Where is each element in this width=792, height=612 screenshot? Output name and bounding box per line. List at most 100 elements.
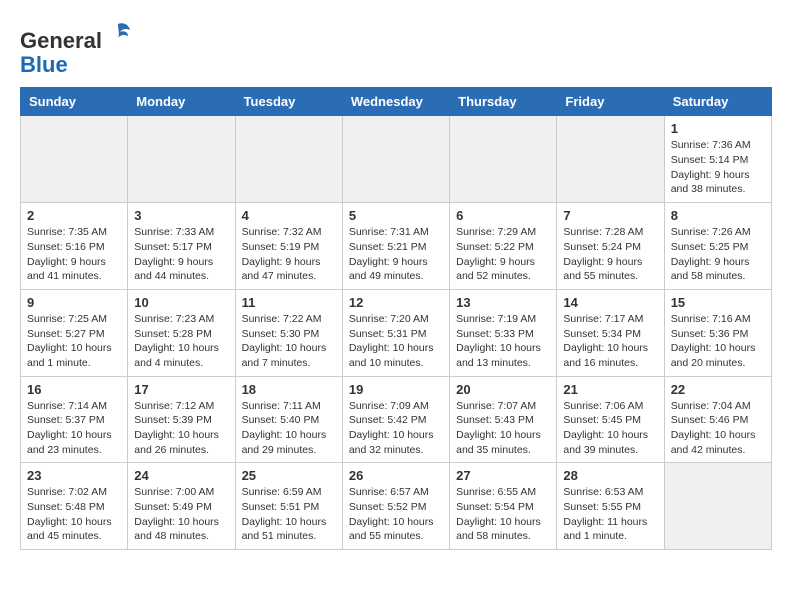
calendar-cell: 27 Sunrise: 6:55 AM Sunset: 5:54 PM Dayli… bbox=[450, 463, 557, 550]
calendar-cell: 7Sunrise: 7:28 AM Sunset: 5:24 PM Daylig… bbox=[557, 203, 664, 290]
day-number: 20 bbox=[456, 382, 550, 397]
day-number: 11 bbox=[242, 295, 336, 310]
calendar-cell: 2 Sunrise: 7:35 AM Sunset: 5:16 PM Daylig… bbox=[21, 203, 128, 290]
day-info: Sunrise: 7:14 AM Sunset: 5:37 PM Dayligh… bbox=[27, 399, 121, 458]
day-number: 25 bbox=[242, 468, 336, 483]
day-info: Sunrise: 7:25 AM Sunset: 5:27 PM Dayligh… bbox=[27, 312, 121, 371]
calendar-header-row: SundayMondayTuesdayWednesdayThursdayFrid… bbox=[21, 88, 772, 116]
day-number: 6 bbox=[456, 208, 550, 223]
calendar-cell: 17 Sunrise: 7:12 AM Sunset: 5:39 PM Dayli… bbox=[128, 376, 235, 463]
day-info: Sunrise: 7:11 AM Sunset: 5:40 PM Dayligh… bbox=[242, 399, 336, 458]
day-info: Sunrise: 7:04 AM Sunset: 5:46 PM Dayligh… bbox=[671, 399, 765, 458]
calendar-cell: 23 Sunrise: 7:02 AM Sunset: 5:48 PM Dayli… bbox=[21, 463, 128, 550]
col-header-saturday: Saturday bbox=[664, 88, 771, 116]
day-number: 21 bbox=[563, 382, 657, 397]
day-info: Sunrise: 7:26 AM Sunset: 5:25 PM Dayligh… bbox=[671, 225, 765, 284]
day-info: Sunrise: 7:09 AM Sunset: 5:42 PM Dayligh… bbox=[349, 399, 443, 458]
day-number: 17 bbox=[134, 382, 228, 397]
calendar-cell: 18 Sunrise: 7:11 AM Sunset: 5:40 PM Dayli… bbox=[235, 376, 342, 463]
day-number: 8 bbox=[671, 208, 765, 223]
day-info: Sunrise: 6:57 AM Sunset: 5:52 PM Dayligh… bbox=[349, 485, 443, 544]
day-number: 10 bbox=[134, 295, 228, 310]
day-number: 14 bbox=[563, 295, 657, 310]
day-info: Sunrise: 6:55 AM Sunset: 5:54 PM Dayligh… bbox=[456, 485, 550, 544]
day-info: Sunrise: 7:32 AM Sunset: 5:19 PM Dayligh… bbox=[242, 225, 336, 284]
day-number: 18 bbox=[242, 382, 336, 397]
day-info: Sunrise: 7:06 AM Sunset: 5:45 PM Dayligh… bbox=[563, 399, 657, 458]
week-row-1: 1Sunrise: 7:36 AM Sunset: 5:14 PM Daylig… bbox=[21, 116, 772, 203]
calendar-cell bbox=[557, 116, 664, 203]
col-header-sunday: Sunday bbox=[21, 88, 128, 116]
day-number: 13 bbox=[456, 295, 550, 310]
calendar-cell: 24 Sunrise: 7:00 AM Sunset: 5:49 PM Dayli… bbox=[128, 463, 235, 550]
calendar-cell bbox=[450, 116, 557, 203]
logo-bird-icon bbox=[104, 20, 132, 48]
col-header-monday: Monday bbox=[128, 88, 235, 116]
logo: General Blue bbox=[20, 20, 132, 77]
col-header-friday: Friday bbox=[557, 88, 664, 116]
calendar-cell: 3Sunrise: 7:33 AM Sunset: 5:17 PM Daylig… bbox=[128, 203, 235, 290]
day-number: 3 bbox=[134, 208, 228, 223]
day-number: 1 bbox=[671, 121, 765, 136]
day-info: Sunrise: 7:12 AM Sunset: 5:39 PM Dayligh… bbox=[134, 399, 228, 458]
day-info: Sunrise: 7:35 AM Sunset: 5:16 PM Dayligh… bbox=[27, 225, 121, 284]
day-number: 15 bbox=[671, 295, 765, 310]
day-number: 22 bbox=[671, 382, 765, 397]
day-number: 24 bbox=[134, 468, 228, 483]
logo-blue: Blue bbox=[20, 52, 68, 77]
calendar-cell: 13 Sunrise: 7:19 AM Sunset: 5:33 PM Dayli… bbox=[450, 289, 557, 376]
day-number: 2 bbox=[27, 208, 121, 223]
calendar-cell bbox=[342, 116, 449, 203]
week-row-2: 2 Sunrise: 7:35 AM Sunset: 5:16 PM Daylig… bbox=[21, 203, 772, 290]
day-info: Sunrise: 6:59 AM Sunset: 5:51 PM Dayligh… bbox=[242, 485, 336, 544]
calendar-cell: 8 Sunrise: 7:26 AM Sunset: 5:25 PM Daylig… bbox=[664, 203, 771, 290]
calendar-cell: 5Sunrise: 7:31 AM Sunset: 5:21 PM Daylig… bbox=[342, 203, 449, 290]
day-number: 19 bbox=[349, 382, 443, 397]
calendar-cell: 12Sunrise: 7:20 AM Sunset: 5:31 PM Dayli… bbox=[342, 289, 449, 376]
calendar-cell: 20 Sunrise: 7:07 AM Sunset: 5:43 PM Dayli… bbox=[450, 376, 557, 463]
col-header-wednesday: Wednesday bbox=[342, 88, 449, 116]
week-row-4: 16 Sunrise: 7:14 AM Sunset: 5:37 PM Dayli… bbox=[21, 376, 772, 463]
calendar-cell: 6Sunrise: 7:29 AM Sunset: 5:22 PM Daylig… bbox=[450, 203, 557, 290]
week-row-5: 23 Sunrise: 7:02 AM Sunset: 5:48 PM Dayli… bbox=[21, 463, 772, 550]
day-info: Sunrise: 7:00 AM Sunset: 5:49 PM Dayligh… bbox=[134, 485, 228, 544]
col-header-thursday: Thursday bbox=[450, 88, 557, 116]
calendar-cell: 9 Sunrise: 7:25 AM Sunset: 5:27 PM Daylig… bbox=[21, 289, 128, 376]
day-number: 28 bbox=[563, 468, 657, 483]
calendar-cell bbox=[21, 116, 128, 203]
calendar-cell bbox=[235, 116, 342, 203]
calendar-cell: 19 Sunrise: 7:09 AM Sunset: 5:42 PM Dayli… bbox=[342, 376, 449, 463]
day-info: Sunrise: 6:53 AM Sunset: 5:55 PM Dayligh… bbox=[563, 485, 657, 544]
calendar-cell: 28 Sunrise: 6:53 AM Sunset: 5:55 PM Dayli… bbox=[557, 463, 664, 550]
calendar-cell: 14 Sunrise: 7:17 AM Sunset: 5:34 PM Dayli… bbox=[557, 289, 664, 376]
day-info: Sunrise: 7:28 AM Sunset: 5:24 PM Dayligh… bbox=[563, 225, 657, 284]
calendar-cell: 4 Sunrise: 7:32 AM Sunset: 5:19 PM Daylig… bbox=[235, 203, 342, 290]
day-info: Sunrise: 7:17 AM Sunset: 5:34 PM Dayligh… bbox=[563, 312, 657, 371]
calendar-cell bbox=[664, 463, 771, 550]
day-number: 5 bbox=[349, 208, 443, 223]
calendar-table: SundayMondayTuesdayWednesdayThursdayFrid… bbox=[20, 87, 772, 550]
calendar-cell: 26 Sunrise: 6:57 AM Sunset: 5:52 PM Dayli… bbox=[342, 463, 449, 550]
calendar-cell bbox=[128, 116, 235, 203]
calendar-cell: 1Sunrise: 7:36 AM Sunset: 5:14 PM Daylig… bbox=[664, 116, 771, 203]
calendar-cell: 22 Sunrise: 7:04 AM Sunset: 5:46 PM Dayli… bbox=[664, 376, 771, 463]
page-header: General Blue bbox=[20, 20, 772, 77]
calendar-cell: 16 Sunrise: 7:14 AM Sunset: 5:37 PM Dayli… bbox=[21, 376, 128, 463]
day-number: 26 bbox=[349, 468, 443, 483]
day-info: Sunrise: 7:20 AM Sunset: 5:31 PM Dayligh… bbox=[349, 312, 443, 371]
day-info: Sunrise: 7:07 AM Sunset: 5:43 PM Dayligh… bbox=[456, 399, 550, 458]
day-number: 23 bbox=[27, 468, 121, 483]
day-number: 16 bbox=[27, 382, 121, 397]
day-info: Sunrise: 7:19 AM Sunset: 5:33 PM Dayligh… bbox=[456, 312, 550, 371]
day-info: Sunrise: 7:22 AM Sunset: 5:30 PM Dayligh… bbox=[242, 312, 336, 371]
day-info: Sunrise: 7:02 AM Sunset: 5:48 PM Dayligh… bbox=[27, 485, 121, 544]
week-row-3: 9 Sunrise: 7:25 AM Sunset: 5:27 PM Daylig… bbox=[21, 289, 772, 376]
day-info: Sunrise: 7:23 AM Sunset: 5:28 PM Dayligh… bbox=[134, 312, 228, 371]
col-header-tuesday: Tuesday bbox=[235, 88, 342, 116]
calendar-cell: 11 Sunrise: 7:22 AM Sunset: 5:30 PM Dayli… bbox=[235, 289, 342, 376]
calendar-cell: 25 Sunrise: 6:59 AM Sunset: 5:51 PM Dayli… bbox=[235, 463, 342, 550]
day-number: 27 bbox=[456, 468, 550, 483]
day-number: 4 bbox=[242, 208, 336, 223]
day-number: 9 bbox=[27, 295, 121, 310]
logo-general: General bbox=[20, 28, 102, 53]
